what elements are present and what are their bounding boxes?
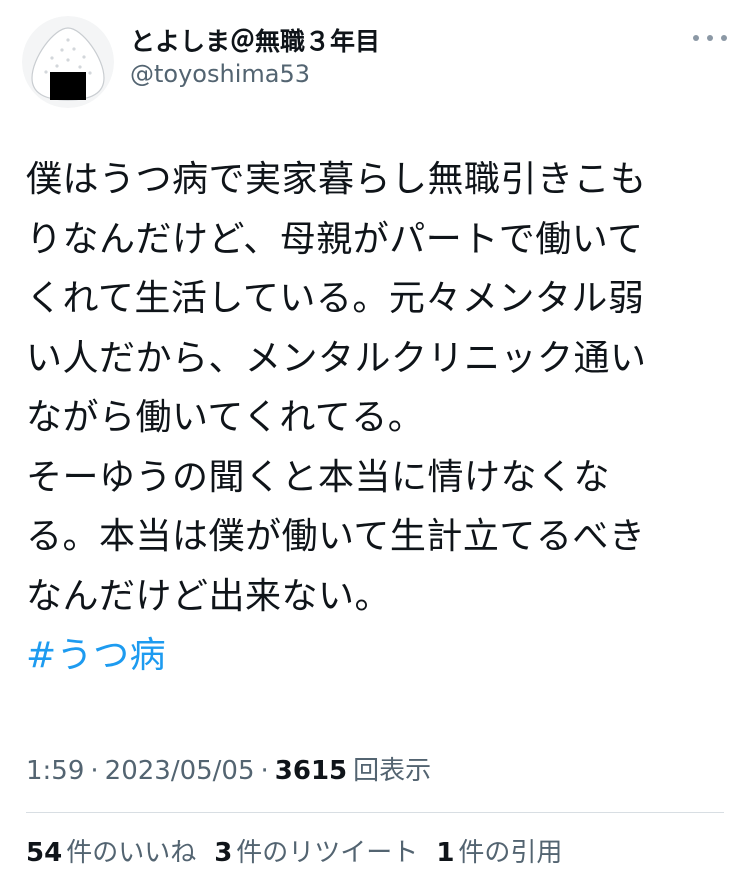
- meta-separator: ·: [260, 756, 269, 786]
- display-name[interactable]: とよしま＠無職３年目: [130, 22, 380, 58]
- quotes-count[interactable]: 1: [436, 838, 454, 868]
- more-options-button[interactable]: [693, 28, 727, 48]
- tweet-line: 僕はうつ病で実家暮らし無職引きこも: [26, 159, 647, 200]
- retweets-count[interactable]: 3: [214, 838, 232, 868]
- tweet-line: る。本当は僕が働いて生計立てるべき: [26, 516, 646, 557]
- more-dot-icon: [721, 35, 727, 41]
- tweet-text: 僕はうつ病で実家暮らし無職引きこも りなんだけど、母親がパートで働いて くれて生…: [26, 150, 730, 686]
- user-name-row[interactable]: とよしま＠無職３年目: [130, 20, 380, 60]
- tweet-line: くれて生活している。元々メンタル弱: [26, 278, 645, 319]
- more-dot-icon: [707, 35, 713, 41]
- tweet-line: そーゆうの聞くと本当に情けなくな: [26, 456, 611, 498]
- tweet-line: い人だから、メンタルクリニック通い: [26, 337, 647, 379]
- retweets-label[interactable]: 件のリツイート: [236, 832, 418, 869]
- avatar[interactable]: [22, 16, 114, 108]
- tweet-date[interactable]: 2023/05/05: [105, 756, 255, 786]
- user-handle[interactable]: @toyoshima53: [130, 60, 310, 88]
- likes-label[interactable]: 件のいいね: [66, 832, 196, 869]
- more-dot-icon: [693, 35, 699, 41]
- views-label: 回表示: [353, 756, 432, 786]
- tweet-stats: 54 件のいいね 3 件のリツイート 1 件の引用: [26, 832, 580, 869]
- meta-separator: ·: [90, 756, 99, 786]
- quotes-label[interactable]: 件の引用: [458, 832, 562, 869]
- tweet-line: なんだけど出来ない。: [26, 575, 392, 617]
- tweet-time[interactable]: 1:59: [26, 756, 84, 786]
- tweet-meta: 1:59 · 2023/05/05 · 3615 回表示: [26, 750, 431, 787]
- onigiri-avatar-icon: [22, 16, 114, 108]
- views-count: 3615: [274, 756, 348, 786]
- hashtag-link[interactable]: #うつ病: [26, 626, 730, 686]
- tweet-line: ながら働いてくれてる。: [26, 397, 425, 438]
- divider: [26, 812, 724, 813]
- tweet-line: りなんだけど、母親がパートで働いて: [26, 218, 644, 260]
- likes-count[interactable]: 54: [26, 838, 62, 868]
